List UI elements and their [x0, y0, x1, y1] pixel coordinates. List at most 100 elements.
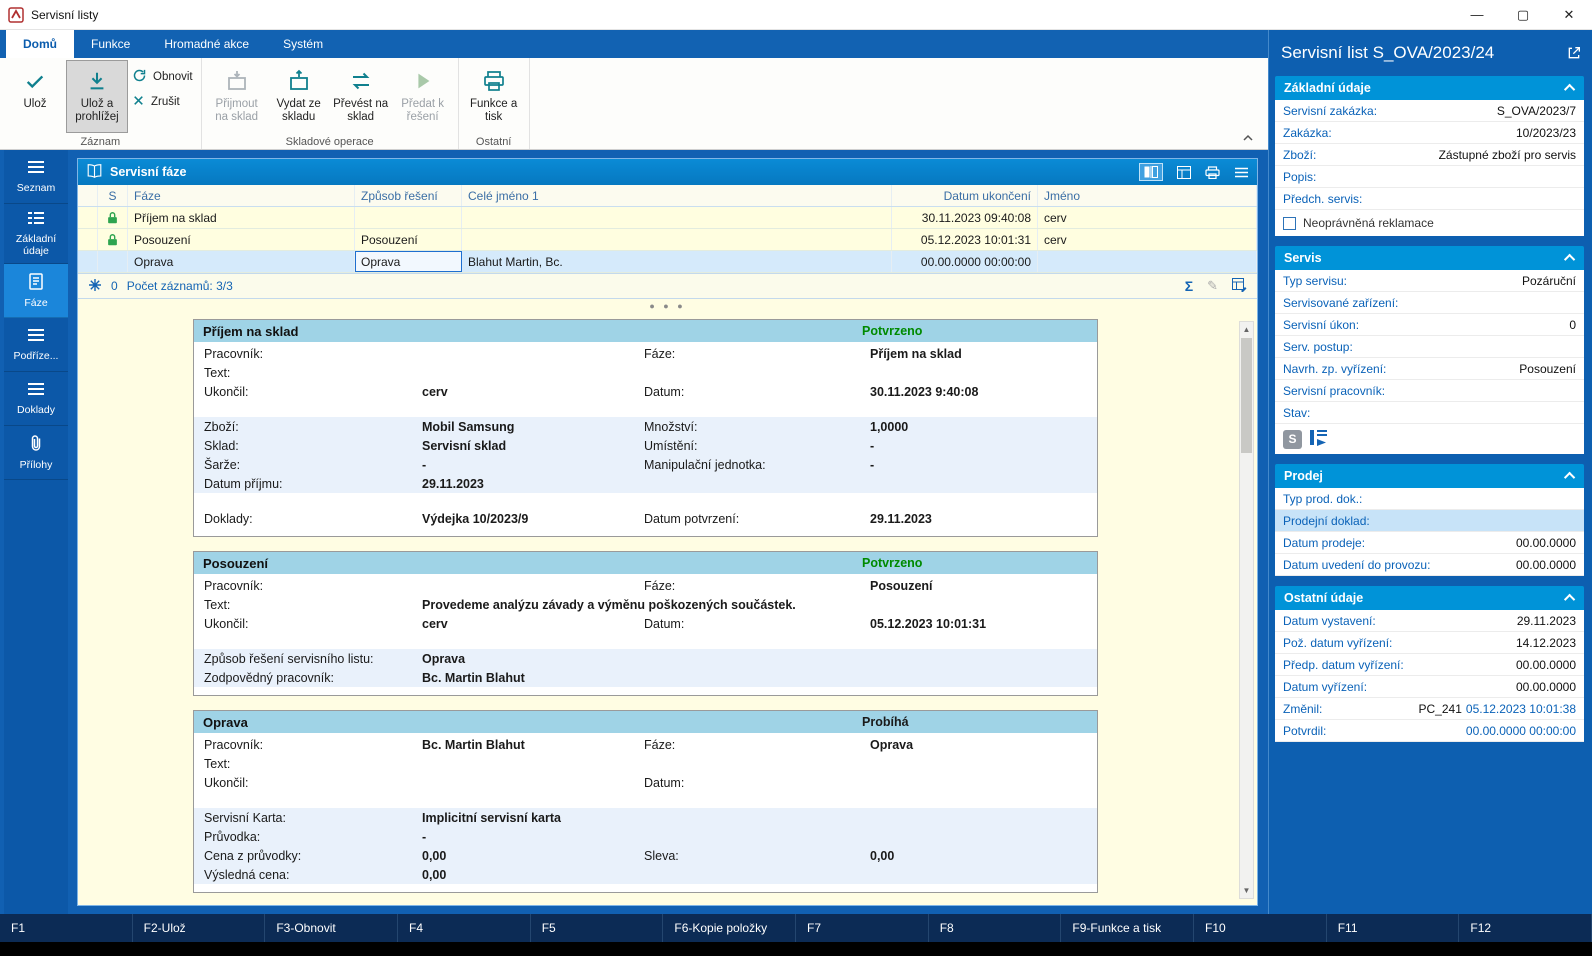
- field-navrh-zp-vyrizeni[interactable]: Navrh. zp. vyřízení:Posouzení: [1275, 358, 1584, 380]
- close-button[interactable]: ✕: [1546, 0, 1592, 29]
- sum-icon[interactable]: Σ: [1185, 278, 1193, 294]
- cell-faze[interactable]: Posouzení: [128, 229, 355, 250]
- fkey-f5[interactable]: F5: [531, 914, 664, 942]
- fkey-f1[interactable]: F1: [0, 914, 133, 942]
- field-servisovane-zarizeni[interactable]: Servisované zařízení:: [1275, 292, 1584, 314]
- field-datum-vyrizeni[interactable]: Datum vyřízení:00.00.0000: [1275, 676, 1584, 698]
- column-header-jmeno1[interactable]: Celé jméno 1: [462, 185, 892, 206]
- section-header-ostatni[interactable]: Ostatní údaje: [1275, 586, 1584, 610]
- field-stav[interactable]: Stav:: [1275, 402, 1584, 424]
- transfer-to-stock-button[interactable]: Převést na sklad: [330, 60, 392, 133]
- cell-jmeno1[interactable]: [462, 207, 892, 228]
- cell-datum[interactable]: 05.12.2023 10:01:31: [892, 229, 1038, 250]
- section-header-prodej[interactable]: Prodej: [1275, 464, 1584, 488]
- table-row[interactable]: Posouzení Posouzení 05.12.2023 10:01:31 …: [78, 229, 1257, 251]
- open-window-icon[interactable]: [1566, 45, 1582, 64]
- fkey-f10[interactable]: F10: [1194, 914, 1327, 942]
- maximize-button[interactable]: ▢: [1500, 0, 1546, 29]
- scroll-down-arrow[interactable]: ▼: [1240, 883, 1253, 898]
- fkey-f6[interactable]: F6-Kopie položky: [663, 914, 796, 942]
- field-datum-prodeje[interactable]: Datum prodeje:00.00.0000: [1275, 532, 1584, 554]
- split-view-button[interactable]: [1139, 163, 1163, 181]
- section-header-zakladni[interactable]: Základní údaje: [1275, 76, 1584, 100]
- table-row-selected[interactable]: Oprava Oprava Blahut Martin, Bc. 00.00.0…: [78, 251, 1257, 273]
- detail-scrollbar[interactable]: ▲ ▼: [1239, 321, 1254, 899]
- settings-asterisk-icon[interactable]: [88, 278, 102, 295]
- field-zmenil[interactable]: Změnil:PC_24105.12.2023 10:01:38: [1275, 698, 1584, 720]
- sidebar-item-seznam[interactable]: Seznam: [4, 150, 68, 204]
- cell-jmeno1[interactable]: Blahut Martin, Bc.: [462, 251, 892, 272]
- field-servisni-pracovnik[interactable]: Servisní pracovník:: [1275, 380, 1584, 402]
- sidebar-item-doklady[interactable]: Doklady: [4, 372, 68, 426]
- fkey-f7[interactable]: F7: [796, 914, 929, 942]
- fkey-f3[interactable]: F3-Obnovit: [265, 914, 398, 942]
- cell-jmeno[interactable]: [1038, 251, 1257, 272]
- tab-system[interactable]: Systém: [266, 30, 340, 58]
- table-row[interactable]: Příjem na sklad 30.11.2023 09:40:08 cerv: [78, 207, 1257, 229]
- workflow-icon[interactable]: [1309, 429, 1328, 449]
- field-poz-datum-vyrizeni[interactable]: Pož. datum vyřízení:14.12.2023: [1275, 632, 1584, 654]
- sidebar-item-zakladni-udaje[interactable]: Základní údaje: [4, 204, 68, 264]
- field-potvrdil[interactable]: Potvrdil:00.00.0000 00:00:00: [1275, 720, 1584, 742]
- functions-print-button[interactable]: Funkce a tisk: [463, 60, 525, 133]
- cell-jmeno1[interactable]: [462, 229, 892, 250]
- refresh-button[interactable]: Obnovit: [132, 68, 193, 86]
- fkey-f9[interactable]: F9-Funkce a tisk: [1061, 914, 1194, 942]
- column-header-zpusob[interactable]: Způsob řešení: [355, 185, 462, 206]
- fkey-f8[interactable]: F8: [929, 914, 1062, 942]
- sidebar-item-prilohy[interactable]: Přílohy: [4, 426, 68, 480]
- chevron-up-icon[interactable]: [1567, 472, 1575, 480]
- section-header-servis[interactable]: Servis: [1275, 246, 1584, 270]
- field-datum-vystaveni[interactable]: Datum vystavení:29.11.2023: [1275, 610, 1584, 632]
- field-predch-servis[interactable]: Předch. servis:: [1275, 188, 1584, 210]
- field-zbozi[interactable]: Zboží:Zástupné zboží pro servis: [1275, 144, 1584, 166]
- tab-funkce[interactable]: Funkce: [74, 30, 147, 58]
- fkey-f2[interactable]: F2-Ulož: [133, 914, 266, 942]
- tab-hromadne-akce[interactable]: Hromadné akce: [147, 30, 266, 58]
- collapse-ribbon-chevron[interactable]: [1242, 131, 1254, 145]
- field-zakazka[interactable]: Zakázka:10/2023/23: [1275, 122, 1584, 144]
- field-servisni-zakazka[interactable]: Servisní zakázka:S_OVA/2023/7: [1275, 100, 1584, 122]
- issue-from-stock-button[interactable]: Vydat ze skladu: [268, 60, 330, 133]
- field-typ-servisu[interactable]: Typ servisu:Pozáruční: [1275, 270, 1584, 292]
- cell-jmeno[interactable]: cerv: [1038, 207, 1257, 228]
- sidebar-item-faze[interactable]: Fáze: [4, 264, 68, 318]
- cell-zpusob[interactable]: [355, 207, 462, 228]
- column-header-jmeno[interactable]: Jméno: [1038, 185, 1257, 206]
- tab-domu[interactable]: Domů: [6, 30, 74, 58]
- menu-icon[interactable]: [1234, 167, 1249, 178]
- cell-zpusob-focused[interactable]: Oprava: [355, 251, 462, 272]
- cell-zpusob[interactable]: Posouzení: [355, 229, 462, 250]
- cell-faze[interactable]: Příjem na sklad: [128, 207, 355, 228]
- column-header-faze[interactable]: Fáze: [128, 185, 355, 206]
- stav-s-badge-icon[interactable]: S: [1283, 430, 1302, 449]
- chevron-up-icon[interactable]: [1567, 594, 1575, 602]
- cell-faze[interactable]: Oprava: [128, 251, 355, 272]
- column-header-datum[interactable]: Datum ukončení: [892, 185, 1038, 206]
- sidebar-item-podrizene[interactable]: Podříze...: [4, 318, 68, 372]
- edit-columns-icon[interactable]: [1232, 278, 1247, 295]
- cell-datum[interactable]: 00.00.0000 00:00:00: [892, 251, 1038, 272]
- minimize-button[interactable]: —: [1454, 0, 1500, 29]
- field-typ-prod-dok[interactable]: Typ prod. dok.:: [1275, 488, 1584, 510]
- checkbox-icon[interactable]: [1283, 217, 1296, 230]
- print-icon[interactable]: [1205, 166, 1220, 179]
- field-predp-datum-vyrizeni[interactable]: Předp. datum vyřízení:00.00.0000: [1275, 654, 1584, 676]
- save-button[interactable]: Ulož: [4, 60, 66, 133]
- cell-jmeno[interactable]: cerv: [1038, 229, 1257, 250]
- field-servisni-ukon[interactable]: Servisní úkon:0: [1275, 314, 1584, 336]
- column-header-s[interactable]: S: [98, 185, 128, 206]
- cancel-button[interactable]: Zrušit: [132, 94, 193, 110]
- chevron-up-icon[interactable]: [1567, 254, 1575, 262]
- export-table-icon[interactable]: [1177, 166, 1191, 179]
- fkey-f12[interactable]: F12: [1459, 914, 1592, 942]
- scroll-up-arrow[interactable]: ▲: [1240, 322, 1253, 337]
- splitter-handle[interactable]: ● ● ●: [78, 299, 1257, 313]
- fkey-f11[interactable]: F11: [1327, 914, 1460, 942]
- chevron-up-icon[interactable]: [1567, 84, 1575, 92]
- fkey-f4[interactable]: F4: [398, 914, 531, 942]
- scrollbar-thumb[interactable]: [1241, 338, 1252, 453]
- field-popis[interactable]: Popis:: [1275, 166, 1584, 188]
- cell-datum[interactable]: 30.11.2023 09:40:08: [892, 207, 1038, 228]
- field-serv-postup[interactable]: Serv. postup:: [1275, 336, 1584, 358]
